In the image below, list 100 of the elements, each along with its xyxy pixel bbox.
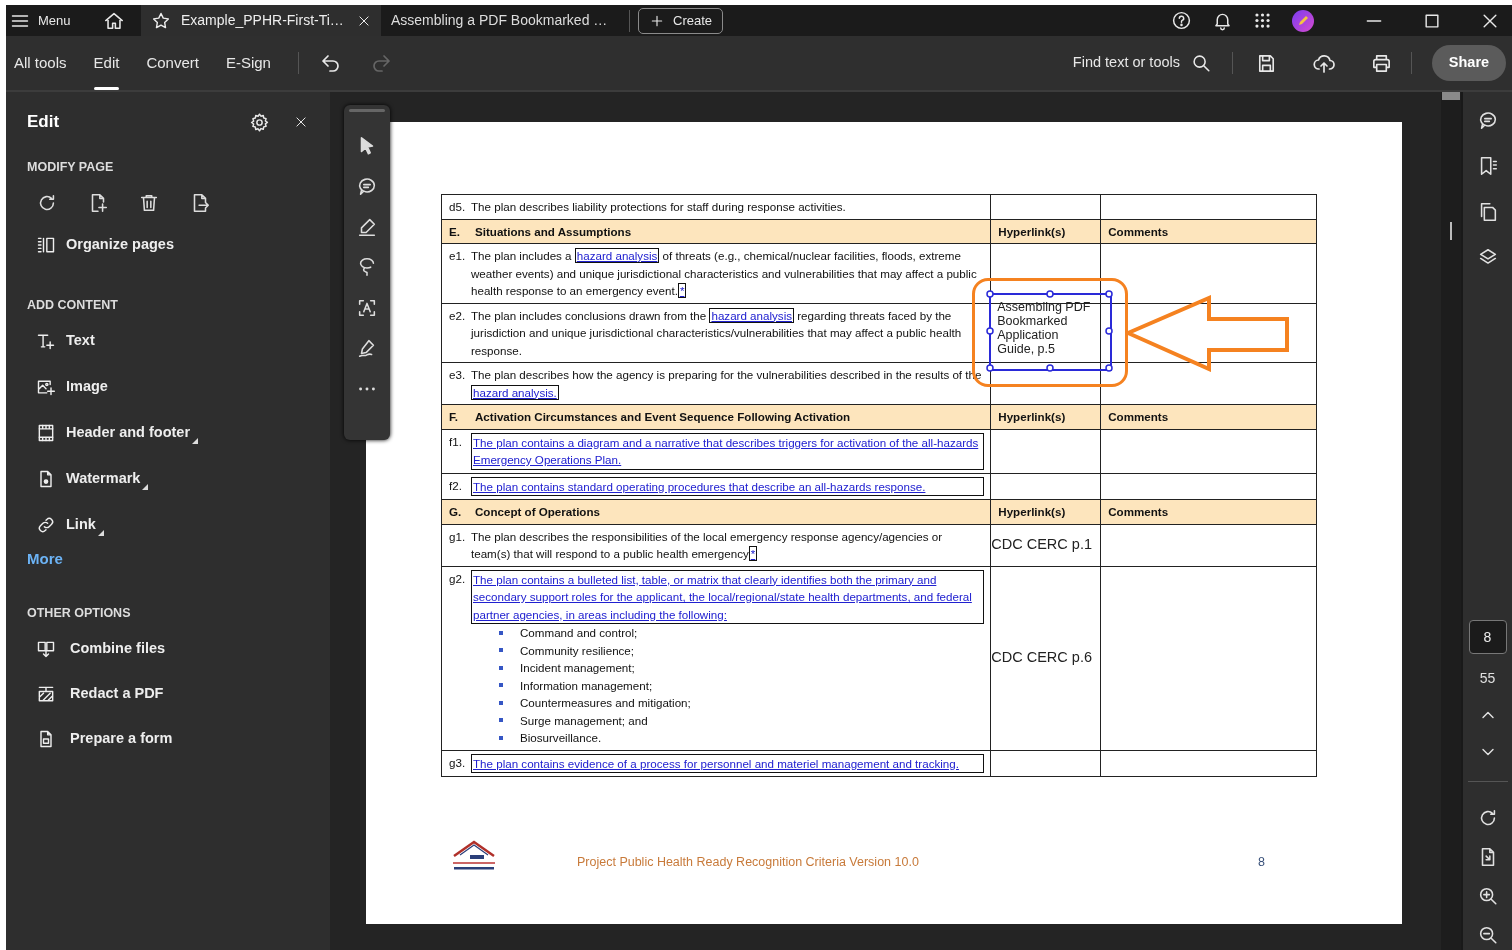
search-label[interactable]: Find text or tools xyxy=(1072,52,1180,74)
section-title: Concept of Operations xyxy=(475,504,600,520)
resize-handle[interactable] xyxy=(1045,363,1054,372)
section-title: Situations and Assumptions xyxy=(475,223,632,240)
panel-item[interactable]: Header and footer xyxy=(6,410,330,456)
bullet-text: Command and control; xyxy=(520,625,638,641)
bullet-text: Countermeasures and mitigation; xyxy=(520,695,691,711)
delete-icon[interactable] xyxy=(138,192,160,214)
criterion-text: The plan describes liability protections for staff during response activities. xyxy=(471,200,846,213)
section-heading: OTHER OPTIONS xyxy=(26,604,132,622)
close-icon[interactable] xyxy=(357,13,371,28)
panel-item[interactable]: Link xyxy=(6,502,330,548)
share-button[interactable]: Share xyxy=(1432,45,1506,81)
criterion-label: e1. xyxy=(449,248,467,264)
panel-item[interactable]: Combine files xyxy=(6,626,330,671)
scrollbar-thumb[interactable] xyxy=(1442,92,1460,100)
bullet-text: Information management; xyxy=(520,677,653,694)
criterion-label: g3. xyxy=(449,754,467,771)
close-icon[interactable] xyxy=(294,115,308,129)
inline-link[interactable]: hazard analysis. xyxy=(471,384,559,400)
resize-handle[interactable] xyxy=(1045,289,1054,298)
inline-link[interactable]: * xyxy=(677,283,687,298)
section-heading: ADD CONTENT xyxy=(26,296,119,314)
section-letter: G. xyxy=(449,504,463,520)
hyperlink-reference: CDC CERC p.1 xyxy=(991,536,1093,554)
panel-item[interactable]: Text xyxy=(6,318,330,364)
resize-handle[interactable] xyxy=(986,289,995,298)
panel-item[interactable]: Prepare a form xyxy=(6,716,330,761)
section-letter: F. xyxy=(449,409,460,425)
resize-handle[interactable] xyxy=(986,326,995,335)
criterion-link[interactable]: The plan contains a bulleted list, table, or matrix that clearly identifies both the primary and secondary support roles for the applicant, the local/regional/state health departments, and federal partner agencies, in areas including the following: xyxy=(471,569,985,624)
resize-handle[interactable] xyxy=(1105,289,1114,298)
film-strip-icon xyxy=(36,423,56,443)
criterion-label: g1. xyxy=(449,528,467,545)
document-tab[interactable]: Assembling a PDF Bookmarked … xyxy=(381,5,621,36)
criterion-link[interactable]: The plan contains evidence of a process for personnel and materiel management and tracking. xyxy=(471,753,985,773)
resize-handle[interactable] xyxy=(1105,363,1114,372)
panel-item[interactable]: Organize pages xyxy=(6,222,330,268)
hyperlink-reference: CDC CERC p.6 xyxy=(991,649,1093,667)
column-heading: Hyperlink(s) xyxy=(998,505,1066,518)
link-icon xyxy=(36,515,56,535)
criterion-label: f1. xyxy=(449,433,463,450)
bullet-icon xyxy=(499,735,503,740)
column-heading: Comments xyxy=(1108,410,1169,423)
toolbar-tab[interactable]: Edit xyxy=(93,36,120,90)
column-heading: Hyperlink(s) xyxy=(998,224,1066,238)
organize-pages-icon xyxy=(36,235,56,255)
panel-title: Edit xyxy=(27,111,61,134)
resize-handle[interactable] xyxy=(1105,326,1114,335)
add-text-icon xyxy=(36,331,56,351)
add-image-icon xyxy=(36,377,56,397)
criterion-link[interactable]: The plan contains standard operating procedures that describe an all-hazards response. xyxy=(471,476,985,496)
section-letter: E. xyxy=(449,223,461,240)
comment-icon[interactable] xyxy=(356,175,378,197)
page-number-field[interactable]: 8 xyxy=(1468,620,1507,654)
criterion-text: The plan describes the responsibilities of the local emergency response agency/agencies or team(s) that will respond to a public health emergency * xyxy=(471,529,943,561)
criterion-text: The plan includes a hazard analysis of threats (e.g., chemical/nuclear facilities, floods, extreme weather events) and unique jurisdictional characteristics and vulnerabilities that may affect a public health response to an emergency event. * xyxy=(471,248,977,298)
footer-text: Project Public Health Ready Recognition Criteria Version 10.0 xyxy=(577,854,919,872)
inline-link[interactable]: hazard analysis xyxy=(709,307,794,323)
inline-link[interactable]: hazard analysis xyxy=(574,248,660,263)
document-tab[interactable]: Example_PPHR-First-Ti… xyxy=(141,5,381,36)
section-heading: MODIFY PAGE xyxy=(26,158,115,176)
toolbar-tab[interactable]: Convert xyxy=(146,36,199,90)
page-number: 8 xyxy=(1258,854,1265,872)
avatar-icon[interactable] xyxy=(1292,9,1314,32)
panel-item[interactable]: Watermark xyxy=(6,456,330,502)
criterion-label: g2. xyxy=(449,570,467,587)
page-total: 55 xyxy=(1479,669,1496,688)
settings-icon[interactable] xyxy=(249,111,270,133)
search-icon[interactable] xyxy=(1190,52,1212,74)
help-icon[interactable] xyxy=(1171,10,1192,31)
bullet-icon xyxy=(499,683,503,688)
bullet-text: Biosurveillance. xyxy=(520,730,602,746)
column-heading: Comments xyxy=(1108,505,1169,518)
panel-item[interactable]: Image xyxy=(6,364,330,410)
bullet-icon xyxy=(499,648,503,653)
bullet-text: Incident management; xyxy=(520,660,635,676)
bullet-icon xyxy=(499,630,503,635)
bullet-text: Community resilience; xyxy=(520,642,635,659)
toolbar-tab[interactable]: All tools xyxy=(14,36,67,90)
resize-handle[interactable] xyxy=(986,363,995,372)
bullet-icon xyxy=(499,665,503,670)
column-heading: Comments xyxy=(1108,224,1169,238)
criterion-label: e3. xyxy=(449,367,467,383)
menu-button[interactable]: Menu xyxy=(6,10,86,31)
bullet-text: Surge management; and xyxy=(520,712,648,729)
apps-grid-icon[interactable] xyxy=(1253,11,1272,30)
panel-item[interactable]: Redact a PDF xyxy=(6,671,330,716)
toolbar-tab[interactable]: E-Sign xyxy=(225,36,271,90)
criterion-label: e2. xyxy=(449,307,467,324)
inline-link[interactable]: * xyxy=(748,546,758,561)
criterion-text: The plan includes conclusions drawn from the hazard analysis regarding threats faced by the jurisdiction and unique jurisdictional characteristics/vulnerabilities that may affect a public health response. xyxy=(471,307,962,357)
more-link[interactable]: More xyxy=(6,548,330,576)
scroll-grip[interactable] xyxy=(1450,222,1452,240)
create-button[interactable]: Create xyxy=(638,7,724,34)
criterion-label: f2. xyxy=(449,477,463,494)
bullet-icon xyxy=(499,718,503,723)
criterion-link[interactable]: The plan contains a diagram and a narrative that describes triggers for activation of the all-hazards Emergency Operations Plan. xyxy=(471,432,985,470)
star-icon[interactable] xyxy=(151,10,171,31)
bullet-icon xyxy=(499,700,503,705)
